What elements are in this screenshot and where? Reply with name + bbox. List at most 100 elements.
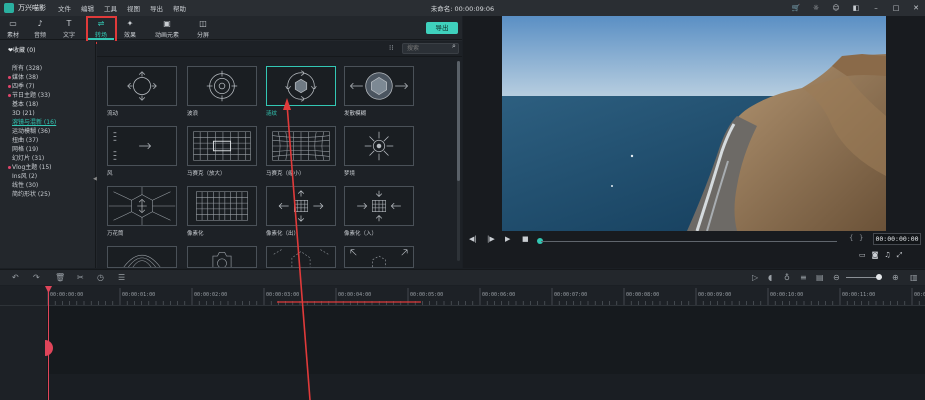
ruler-tick-label: 00:00:11:00 [842,292,876,298]
tab-transitions[interactable]: ⇌ 转场 [88,16,114,40]
category-item[interactable]: 线性 (30) [8,181,56,190]
menu-edit[interactable]: 编辑 [81,3,94,13]
tile-label: 发散模糊 [344,111,367,117]
undo-icon[interactable]: ↶ [12,273,19,282]
music-note-icon: ♪ [37,19,43,28]
delete-icon[interactable]: 🗑 [55,273,65,282]
marker-icon[interactable]: ◖ [768,273,772,282]
ruler-tick-label: 00:00:00:00 [50,292,84,298]
tab-effects-label: 效果 [123,32,136,39]
transition-tile-pixelate-out[interactable] [266,186,336,226]
category-item[interactable]: Vlog主题 (15) [8,163,56,172]
zoom-slider-handle[interactable] [876,274,882,280]
tab-text[interactable]: T 文字 [56,16,82,40]
tile-label: 万花筒 [107,231,124,237]
category-item[interactable]: 网格 (19) [8,145,56,154]
zoom-in-icon[interactable]: ⊕ [892,273,899,282]
tile-label: 梦境 [344,171,356,177]
mosaic-zoom-in-icon [193,131,251,161]
category-item[interactable]: 扭曲 (37) [8,136,56,145]
menu-view[interactable]: 视图 [127,3,140,13]
transition-tile-flow[interactable] [107,66,177,106]
transition-tile-wind[interactable] [107,126,177,166]
notification-icon[interactable]: ◧ [851,3,861,13]
category-item[interactable]: 所有 (328) [8,64,56,73]
snapshot-icon[interactable]: ◙ [872,251,879,260]
transition-tile-swirl[interactable] [107,246,177,268]
mark-in-icon[interactable]: { [849,234,853,242]
render-icon[interactable]: ▷ [752,273,758,282]
track-settings-icon[interactable]: ▥ [910,273,918,282]
category-item-selected[interactable]: 溶镜与混新 (16) [8,118,56,127]
ruler-tick-label: 00:00:03:00 [266,292,300,298]
hot-dot-icon [8,94,11,97]
redo-icon[interactable]: ↷ [33,273,40,282]
category-item[interactable]: 媒体 (38) [8,73,56,82]
grid-view-icon[interactable]: ⁞⁞ [389,44,399,54]
transition-tile-kaleidoscope[interactable] [107,186,177,226]
favorites-category[interactable]: ❤收藏 (0) [8,45,35,54]
split-screen-icon: ◫ [199,19,207,28]
scrollbar-thumb[interactable] [457,61,460,181]
ruler-tick-label: 00:00:01:00 [122,292,156,298]
menu-file[interactable]: 文件 [58,3,71,13]
mark-out-icon[interactable]: } [859,234,863,242]
display-icon[interactable]: ▭ [859,251,866,260]
transition-tile-radial-blur[interactable] [344,66,414,106]
audio-track[interactable] [48,374,925,400]
transition-tile-dream[interactable] [344,126,414,166]
account-icon[interactable]: ☺ [831,3,841,13]
menu-help[interactable]: 帮助 [173,3,186,13]
ruler-tick-label: 00:00:09:00 [698,292,732,298]
transition-tile-mosaic-zoom-out[interactable] [266,126,336,166]
transition-tile-wave[interactable] [187,66,257,106]
transition-grid: ⁞⁞ 搜索 ⌕ 流动 波浪 涟纹 发散模糊 风 马赛克（放大） 马赛克（缩小） … [97,41,462,268]
tab-split-screen[interactable]: ◫ 分屏 [190,16,216,40]
cart-icon[interactable]: 🛒 [791,3,801,13]
close-icon[interactable]: ✕ [911,3,921,13]
menu-tools[interactable]: 工具 [104,3,117,13]
transition-tile-arrows[interactable] [344,246,414,268]
export-button[interactable]: 导出 [426,22,458,34]
zoom-out-icon[interactable]: ⊖ [833,273,840,282]
transition-tile-camera[interactable] [187,246,257,268]
category-item[interactable]: 基本 (18) [8,100,56,109]
grid-scrollbar[interactable] [457,61,460,261]
stop-icon[interactable]: ■ [522,235,529,243]
adjust-icon[interactable]: ☰ [118,273,125,282]
volume-icon[interactable]: ♫ [884,251,890,260]
bulb-icon[interactable]: ☼ [811,3,821,13]
tab-media[interactable]: ▭ 素材 [0,16,26,40]
play-icon[interactable]: ▶ [505,235,510,243]
transition-tile-hexagon[interactable] [266,246,336,268]
transition-tile-pixelate-in[interactable] [344,186,414,226]
category-item[interactable]: 运动模糊 (36) [8,127,56,136]
transition-tile-pixelate[interactable] [187,186,257,226]
maximize-icon[interactable]: □ [891,3,901,13]
category-item[interactable]: 3D (21) [8,109,56,118]
step-back-icon[interactable]: |▶ [487,235,495,243]
minimize-icon[interactable]: – [871,3,881,13]
search-icon[interactable]: ⌕ [452,42,459,51]
fullscreen-icon[interactable]: ⤢ [897,251,903,260]
mixer-icon[interactable]: ≡ [800,273,807,282]
tab-elements[interactable]: ▣ 动画元素 [150,16,184,40]
preview-quality-icon[interactable]: ▤ [816,273,824,282]
tab-effects[interactable]: ✦ 效果 [117,16,143,40]
category-item[interactable]: 四季 (7) [8,82,56,91]
menu-export[interactable]: 导出 [150,3,163,13]
search-input[interactable]: 搜索 [402,43,459,54]
tab-audio[interactable]: ♪ 音频 [27,16,53,40]
prev-frame-icon[interactable]: ◀| [469,235,477,243]
timeline-ruler[interactable]: 00:00:00:00 00:00:01:00 00:00:02:00 00:00:0… [0,286,925,306]
category-item[interactable]: Ins风 (2) [8,172,56,181]
progress-bar[interactable] [541,241,837,242]
microphone-icon[interactable]: ♁ [784,273,790,282]
transition-tile-ripple[interactable] [266,66,336,106]
category-item[interactable]: 幻灯片 (31) [8,154,56,163]
category-item[interactable]: 节日主题 (33) [8,91,56,100]
transition-tile-mosaic-zoom-in[interactable] [187,126,257,166]
speed-icon[interactable]: ◷ [97,273,104,282]
cut-icon[interactable]: ✂ [77,273,84,282]
category-item[interactable]: 简约形状 (25) [8,190,56,199]
